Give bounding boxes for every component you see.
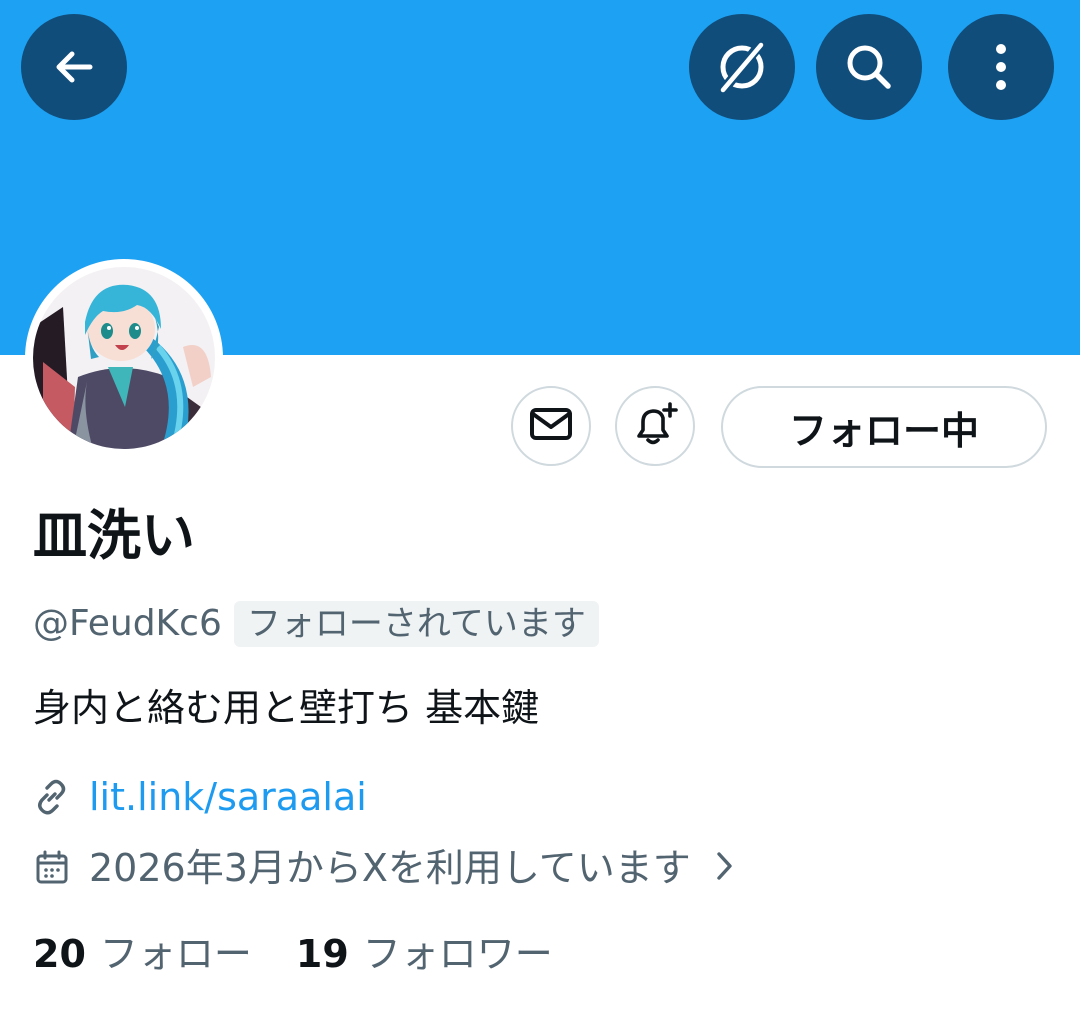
followers-count: 19: [295, 932, 349, 976]
profile-link-row: lit.link/saraalai: [33, 771, 367, 823]
more-vertical-icon: [991, 41, 1011, 93]
more-options-button[interactable]: [948, 14, 1054, 120]
message-button[interactable]: [511, 386, 591, 466]
anime-character-avatar: [33, 267, 215, 449]
chevron-right-icon: [715, 850, 735, 886]
grok-icon: [713, 38, 771, 96]
following-label: フォロー: [99, 932, 252, 976]
following-button-label: フォロー中: [788, 408, 979, 453]
following-count: 20: [33, 932, 86, 976]
joined-date: 2026年3月からXを利用しています: [89, 846, 691, 890]
followers-label: フォロワー: [362, 932, 553, 976]
follows-you-badge: フォローされています: [233, 601, 599, 647]
avatar[interactable]: [25, 259, 223, 457]
link-icon: [33, 778, 71, 816]
profile-link[interactable]: lit.link/saraalai: [89, 771, 367, 823]
profile-page: フォロー中 皿洗い @FeudKc6 フォローされています 身内と絡む用と壁打ち…: [0, 0, 1080, 1023]
user-handle: @FeudKc6: [33, 603, 222, 644]
arrow-left-icon: [50, 43, 98, 91]
search-icon: [841, 39, 897, 95]
display-name: 皿洗い: [33, 504, 195, 567]
profile-bio: 身内と絡む用と壁打ち 基本鍵: [33, 686, 540, 730]
follow-stats: 20 フォロー 19 フォロワー: [33, 928, 553, 980]
calendar-icon: [33, 849, 71, 887]
following-stat[interactable]: 20 フォロー: [33, 928, 252, 980]
back-button[interactable]: [21, 14, 127, 120]
bell-plus-icon: [631, 400, 679, 452]
handle-row: @FeudKc6 フォローされています: [33, 600, 599, 648]
search-button[interactable]: [816, 14, 922, 120]
following-button[interactable]: フォロー中: [721, 386, 1047, 468]
grok-button[interactable]: [689, 14, 795, 120]
notify-button[interactable]: [615, 386, 695, 466]
joined-date-row[interactable]: 2026年3月からXを利用しています: [33, 842, 735, 894]
mail-icon: [529, 402, 573, 450]
followers-stat[interactable]: 19 フォロワー: [296, 928, 553, 980]
